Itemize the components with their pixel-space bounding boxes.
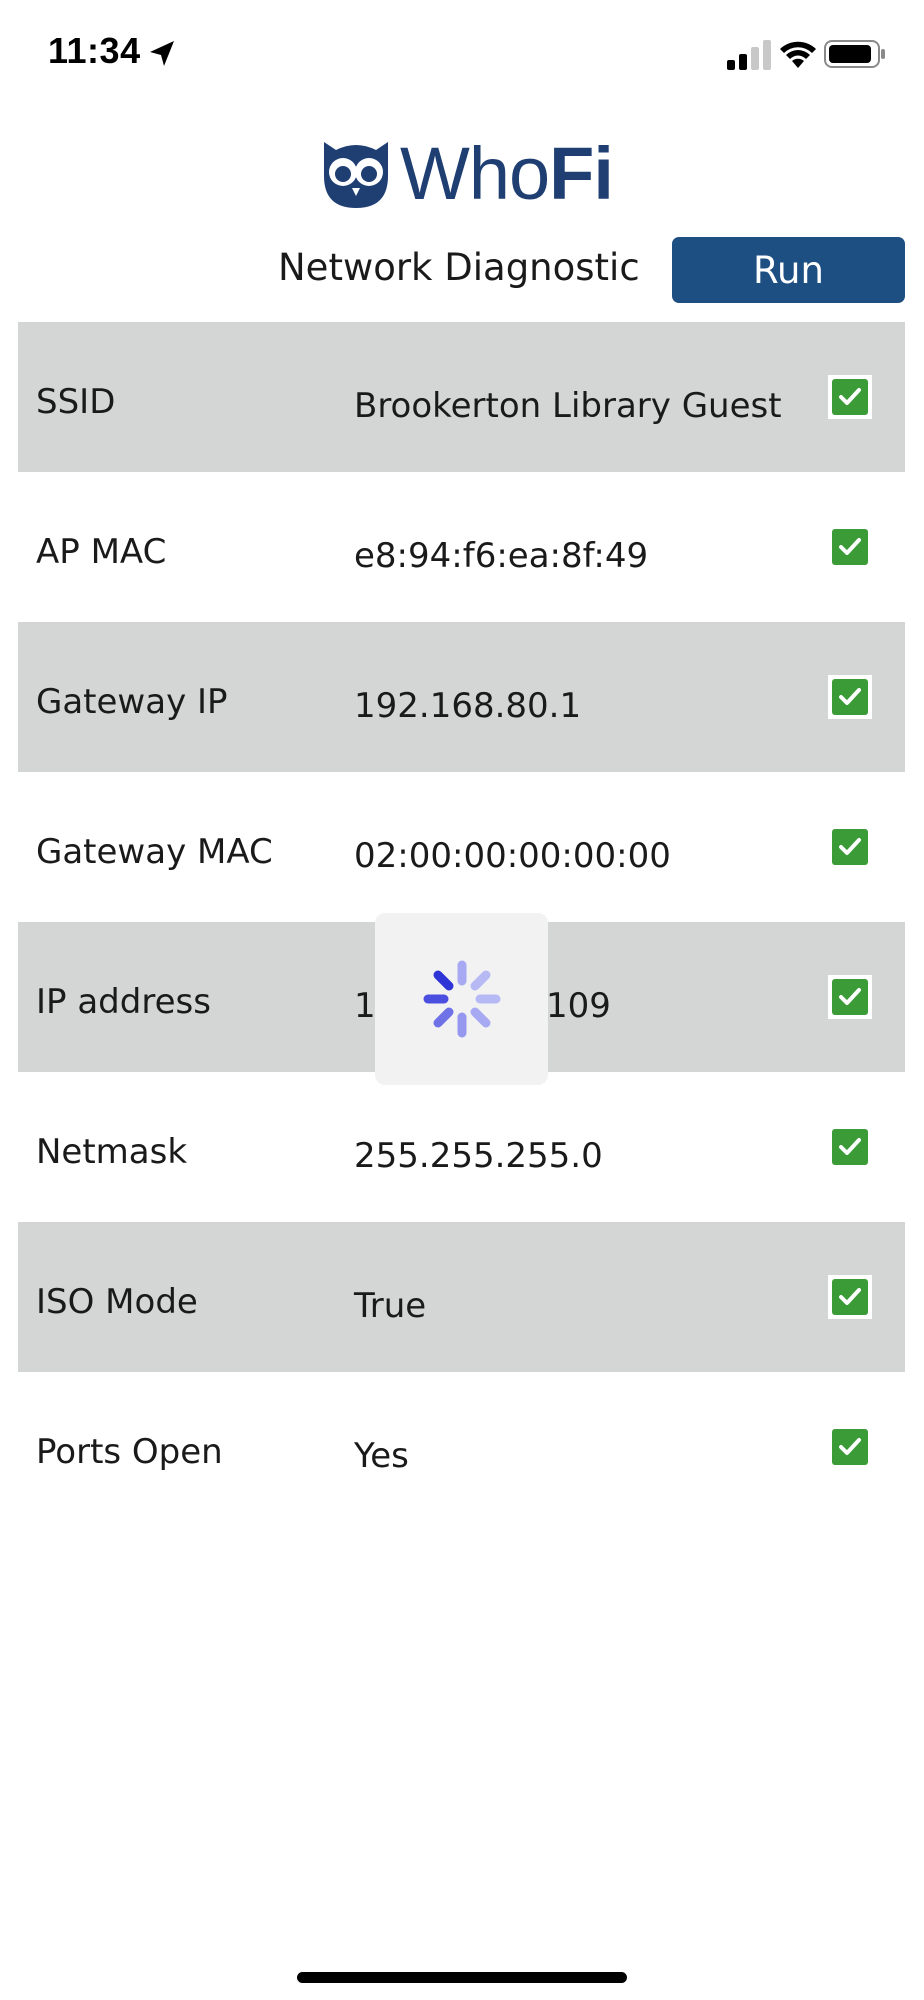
table-row-ap-mac: AP MAC e8:94:f6:ea:8f:49	[18, 472, 905, 622]
checkbox-checked-icon	[832, 529, 868, 565]
table-row-gateway-ip: Gateway IP 192.168.80.1	[18, 622, 905, 772]
page-title: Network Diagnostic	[278, 246, 640, 289]
location-arrow-icon	[150, 41, 174, 66]
home-indicator[interactable]	[297, 1972, 627, 1983]
row-value: 02:00:00:00:00:00	[354, 836, 671, 876]
logo-text: WhoFi	[400, 137, 614, 211]
row-label: Netmask	[36, 1132, 188, 1172]
table-row-iso-mode: ISO Mode True	[18, 1222, 905, 1372]
row-value: Yes	[354, 1436, 409, 1476]
checkbox-checked-icon	[832, 829, 868, 865]
status-time: 11:34	[48, 30, 141, 71]
loading-overlay	[375, 913, 548, 1085]
run-button[interactable]: Run	[672, 237, 905, 303]
row-status	[828, 1125, 872, 1169]
status-bar: 11:34	[0, 0, 924, 110]
row-value: 1	[354, 986, 376, 1026]
checkbox-checked-icon	[832, 379, 868, 415]
row-label: ISO Mode	[36, 1282, 198, 1322]
checkbox-checked-icon	[832, 1129, 868, 1165]
row-status	[828, 375, 872, 419]
table-row-gateway-mac: Gateway MAC 02:00:00:00:00:00	[18, 772, 905, 922]
row-status	[828, 975, 872, 1019]
logo-text-who: Who	[400, 132, 550, 215]
table-row-ssid: SSID Brookerton Library Guest	[18, 322, 905, 472]
table-row-ports-open: Ports Open Yes	[18, 1372, 905, 1522]
row-label: SSID	[36, 382, 116, 422]
row-status	[828, 1275, 872, 1319]
checkbox-checked-icon	[832, 979, 868, 1015]
row-label: Ports Open	[36, 1432, 223, 1472]
cellular-signal-icon	[727, 40, 771, 70]
row-status	[828, 675, 872, 719]
row-status	[828, 525, 872, 569]
row-label: IP address	[36, 982, 211, 1022]
row-value-tail: 109	[546, 986, 611, 1026]
wifi-icon	[780, 41, 816, 68]
row-label: Gateway IP	[36, 682, 228, 722]
row-value: True	[354, 1286, 427, 1326]
row-value: e8:94:f6:ea:8f:49	[354, 536, 649, 576]
checkbox-checked-icon	[832, 679, 868, 715]
spinner-icon	[423, 960, 500, 1038]
row-status	[828, 825, 872, 869]
checkbox-checked-icon	[832, 1279, 868, 1315]
logo-text-fi: Fi	[549, 132, 614, 215]
table-row-netmask: Netmask 255.255.255.0	[18, 1072, 905, 1222]
row-value: 192.168.80.1	[354, 686, 582, 726]
row-value: Brookerton Library Guest	[354, 386, 782, 426]
row-label: AP MAC	[36, 532, 167, 572]
row-value: 255.255.255.0	[354, 1136, 603, 1176]
checkbox-checked-icon	[832, 1429, 868, 1465]
owl-icon	[324, 142, 388, 208]
row-status	[828, 1425, 872, 1469]
row-label: Gateway MAC	[36, 832, 273, 872]
battery-icon	[824, 40, 885, 68]
whofi-logo: WhoFi	[318, 134, 614, 214]
